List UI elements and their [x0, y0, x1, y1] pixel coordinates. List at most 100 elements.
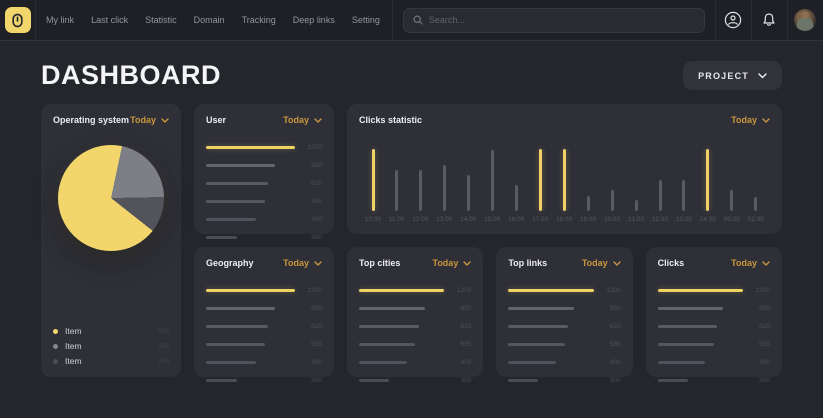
time-label: 16:00: [508, 217, 524, 223]
bar-track: [508, 289, 593, 292]
bar-column: 17:00: [532, 149, 548, 223]
legend-item: Item 205: [53, 341, 169, 351]
bar-row: 300: [508, 377, 620, 384]
bar: [419, 170, 422, 211]
period-selector[interactable]: Today: [432, 258, 471, 268]
bar-track: [508, 343, 593, 346]
bar: [658, 307, 724, 310]
bar: [658, 361, 706, 364]
menu-item-statistic[interactable]: Statistic: [145, 15, 177, 25]
legend-label: Item: [65, 356, 82, 366]
main-menu: My link Last click Statistic Domain Trac…: [36, 0, 392, 40]
period-selector[interactable]: Today: [582, 258, 621, 268]
card-geography: Geography Today 1200850620585400300: [194, 247, 334, 377]
bar-track: [206, 307, 295, 310]
time-label: 24:00: [700, 217, 716, 223]
bar-value: 850: [743, 305, 770, 312]
bar: [658, 379, 688, 382]
bar-row: 850: [658, 305, 770, 312]
bar-value: 1200: [444, 287, 471, 294]
bar: [206, 218, 256, 221]
card-title: User: [206, 115, 226, 125]
top-nav: My link Last click Statistic Domain Trac…: [0, 0, 823, 41]
bar-row: 620: [206, 180, 322, 187]
card-header: Top cities Today: [359, 258, 471, 268]
legend-label: Item: [65, 341, 82, 351]
search-input[interactable]: [429, 15, 695, 25]
chevron-down-icon: [463, 261, 471, 266]
chevron-down-icon: [314, 261, 322, 266]
menu-item-my-link[interactable]: My link: [46, 15, 74, 25]
bar-track: [359, 379, 444, 382]
account-button[interactable]: [715, 0, 751, 40]
logo-button[interactable]: [5, 7, 31, 33]
time-label: 14:00: [460, 217, 476, 223]
bar-track: [359, 325, 444, 328]
menu-item-last-click[interactable]: Last click: [91, 15, 128, 25]
card-title: Clicks: [658, 258, 685, 268]
bar-row: 1200: [658, 287, 770, 294]
bar: [659, 180, 662, 211]
search-box[interactable]: [403, 8, 705, 33]
bar-track: [359, 343, 444, 346]
time-label: 11:00: [389, 217, 405, 223]
clicks-statistic-bar-chart: 10:0011:0012:0013:0014:0015:0016:0017:00…: [359, 137, 770, 223]
time-label: 15:00: [484, 217, 500, 223]
bar-column: 16:00: [508, 185, 524, 223]
bar: [754, 197, 757, 211]
bar-row: 300: [206, 234, 322, 241]
time-label: 22:00: [652, 217, 668, 223]
bar-track: [206, 146, 295, 149]
bar: [206, 379, 237, 382]
period-selector[interactable]: Today: [731, 258, 770, 268]
legend-dot: [53, 329, 58, 334]
bar: [515, 185, 518, 211]
bar: [359, 361, 407, 364]
dashboard-grid: Operating system Today Item 650 Item 205: [0, 104, 823, 377]
bar: [491, 150, 494, 211]
link-icon: [11, 13, 24, 28]
bar-value: 585: [594, 341, 621, 348]
card-header: Geography Today: [206, 258, 322, 268]
project-dropdown-button[interactable]: PROJECT: [683, 61, 782, 90]
card-title: Top links: [508, 258, 547, 268]
top-cities-bar-chart: 1200850620585400300: [359, 287, 471, 384]
bar-row: 1200: [359, 287, 471, 294]
profile-menu[interactable]: [787, 0, 823, 40]
menu-item-tracking[interactable]: Tracking: [242, 15, 276, 25]
bar-column: 18:00: [556, 149, 572, 223]
user-bar-chart: 1200850620585400300: [206, 144, 322, 241]
period-selector[interactable]: Today: [283, 115, 322, 125]
avatar[interactable]: [794, 9, 816, 31]
legend-value: 650: [158, 328, 169, 335]
period-selector[interactable]: Today: [283, 258, 322, 268]
time-label: 18:00: [556, 217, 572, 223]
bar: [706, 149, 709, 211]
bar-track: [206, 200, 295, 203]
bar-track: [658, 361, 743, 364]
project-button-label: PROJECT: [698, 71, 749, 81]
time-label: 23:00: [676, 217, 692, 223]
bar-value: 1200: [743, 287, 770, 294]
bar-track: [658, 325, 743, 328]
bar-value: 300: [743, 377, 770, 384]
notifications-button[interactable]: [751, 0, 787, 40]
menu-item-setting[interactable]: Setting: [352, 15, 380, 25]
clicks-bar-chart: 1200850620585400300: [658, 287, 770, 384]
bar-row: 400: [359, 359, 471, 366]
chevron-down-icon: [613, 261, 621, 266]
bar-value: 400: [295, 359, 322, 366]
period-selector[interactable]: Today: [130, 115, 169, 125]
bar-row: 585: [206, 341, 322, 348]
period-selector[interactable]: Today: [731, 115, 770, 125]
card-title: Geography: [206, 258, 254, 268]
time-label: 13:00: [436, 217, 452, 223]
bar: [539, 149, 542, 211]
menu-item-domain[interactable]: Domain: [194, 15, 225, 25]
bar-track: [359, 307, 444, 310]
bar-column: 21:00: [628, 200, 644, 223]
legend-dot: [53, 359, 58, 364]
logo-section: [0, 0, 36, 40]
time-label: 20:00: [604, 217, 620, 223]
menu-item-deep-links[interactable]: Deep links: [293, 15, 335, 25]
